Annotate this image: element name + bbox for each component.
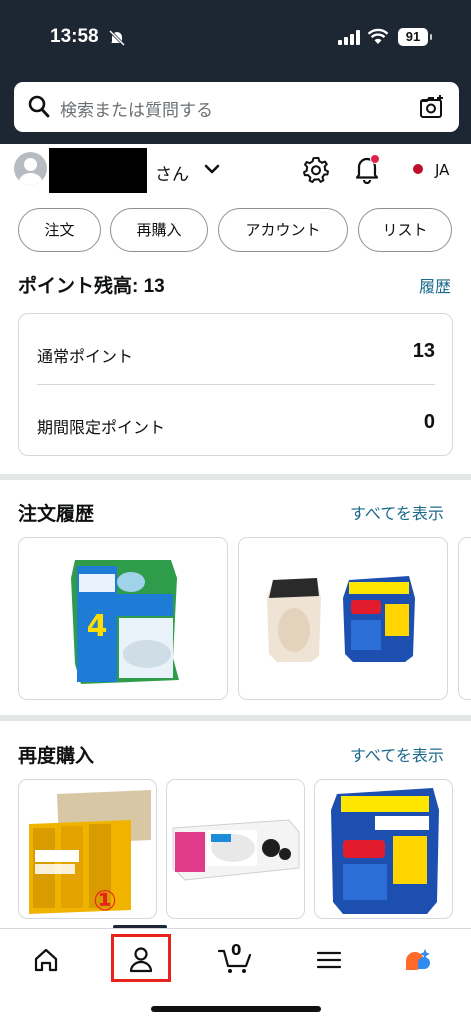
avatar[interactable] bbox=[14, 152, 47, 185]
pill-buy-again[interactable]: 再購入 bbox=[110, 208, 208, 252]
buy-again-product-card[interactable] bbox=[166, 779, 305, 919]
status-bar: 13:58 91 bbox=[0, 0, 471, 80]
product-image: 4 bbox=[71, 560, 179, 684]
search-input[interactable]: 検索または質問する bbox=[60, 96, 213, 121]
home-icon bbox=[34, 948, 58, 972]
language-code: JA bbox=[435, 161, 450, 179]
order-product-card[interactable]: 4 bbox=[18, 537, 228, 700]
points-label: 期間限定ポイント bbox=[37, 418, 166, 437]
gear-icon[interactable] bbox=[302, 156, 330, 184]
home-indicator bbox=[151, 1006, 321, 1012]
nav-home[interactable] bbox=[16, 941, 76, 981]
nav-rufus[interactable] bbox=[392, 941, 452, 981]
section-divider bbox=[0, 474, 471, 480]
annotation-marker: ① bbox=[93, 884, 117, 917]
nav-menu[interactable] bbox=[299, 941, 359, 981]
signal-icon bbox=[338, 30, 360, 45]
notification-badge bbox=[370, 154, 380, 164]
header: 13:58 91 検索または質問する bbox=[0, 0, 471, 144]
points-history-link[interactable]: 履歴 bbox=[419, 273, 451, 297]
product-image bbox=[331, 788, 439, 914]
pill-account[interactable]: アカウント bbox=[218, 208, 348, 252]
menu-icon bbox=[316, 951, 342, 969]
order-history-view-all-link[interactable]: すべてを表示 bbox=[350, 500, 444, 524]
divider bbox=[37, 384, 435, 385]
buy-again-product-card[interactable] bbox=[314, 779, 453, 919]
points-value: 0 bbox=[423, 411, 435, 433]
search-bar[interactable]: 検索または質問する bbox=[14, 82, 459, 132]
points-balance-title: ポイント残高: 13 bbox=[18, 276, 165, 297]
redacted-username bbox=[49, 148, 147, 193]
points-row-limited: 期間限定ポイント 0 bbox=[37, 389, 435, 455]
buy-again-view-all-link[interactable]: すべてを表示 bbox=[350, 742, 444, 766]
silent-mode-icon bbox=[108, 29, 126, 47]
rufus-icon bbox=[406, 949, 430, 970]
status-time: 13:58 bbox=[50, 26, 99, 47]
camera-search-icon[interactable] bbox=[419, 94, 445, 120]
battery-indicator: 91 bbox=[398, 28, 432, 46]
japan-flag-icon bbox=[413, 164, 423, 174]
points-card: 通常ポイント 13 期間限定ポイント 0 bbox=[18, 313, 453, 456]
greeting-suffix: さん bbox=[155, 165, 189, 185]
svg-text:4: 4 bbox=[87, 609, 108, 644]
account-greeting-row: さん JA bbox=[0, 144, 471, 200]
annotation-highlight-box bbox=[111, 934, 171, 982]
product-image bbox=[267, 576, 415, 662]
cart-count: 0 bbox=[231, 941, 242, 959]
pill-lists[interactable]: リスト bbox=[358, 208, 452, 252]
order-product-card[interactable] bbox=[238, 537, 448, 700]
pill-orders[interactable]: 注文 bbox=[18, 208, 101, 252]
points-row-regular: 通常ポイント 13 bbox=[37, 318, 435, 384]
buy-again-title: 再度購入 bbox=[18, 746, 95, 767]
order-history-title: 注文履歴 bbox=[18, 504, 95, 525]
points-label: 通常ポイント bbox=[37, 347, 134, 366]
points-value: 13 bbox=[412, 340, 435, 362]
section-divider bbox=[0, 715, 471, 721]
notifications-button[interactable] bbox=[354, 154, 380, 188]
search-icon bbox=[28, 95, 50, 118]
nav-cart[interactable]: 0 bbox=[205, 941, 265, 981]
language-selector[interactable]: JA bbox=[413, 161, 449, 179]
chevron-down-icon[interactable] bbox=[204, 163, 220, 175]
product-image bbox=[172, 819, 300, 881]
wifi-icon bbox=[367, 28, 389, 44]
order-product-card[interactable] bbox=[458, 537, 471, 700]
